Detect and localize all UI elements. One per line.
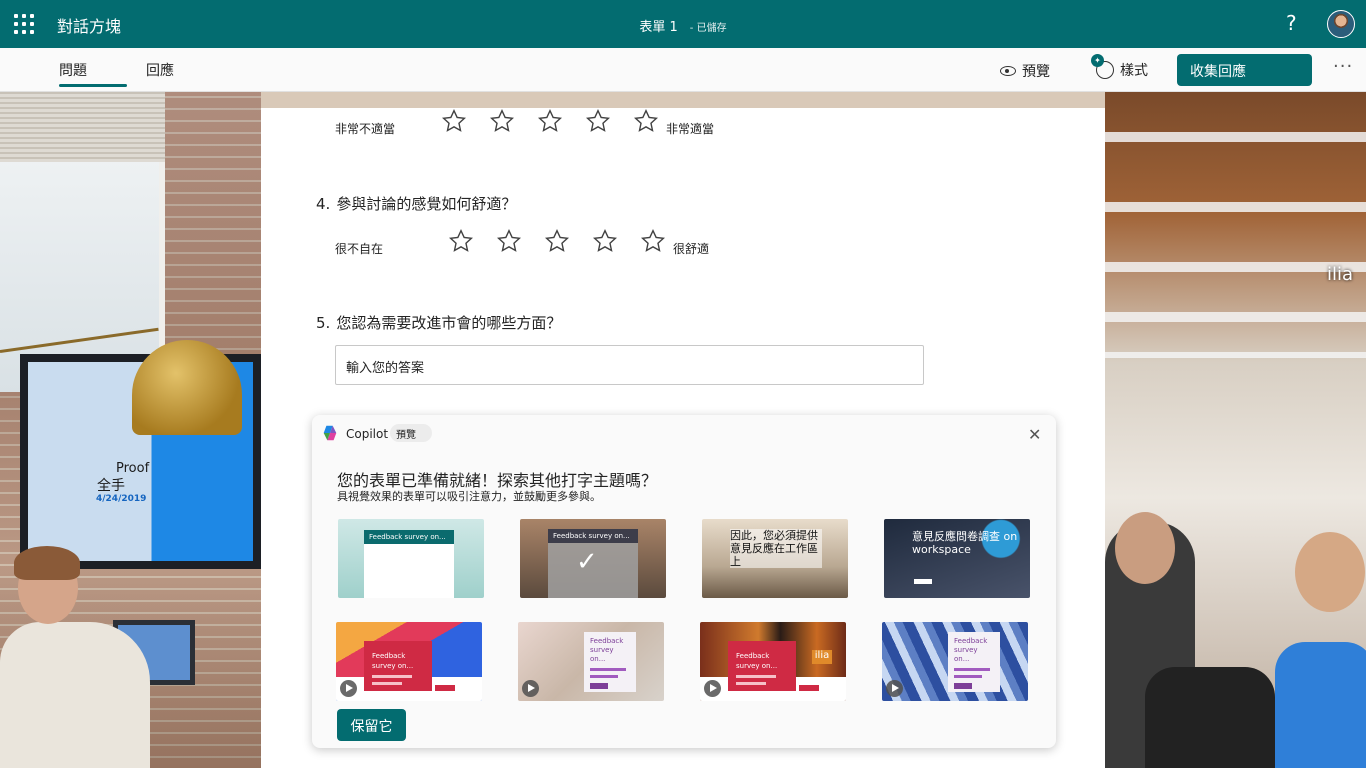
theme-option-4[interactable]: 意見反應問卷調查 on workspace [884, 519, 1030, 598]
star-icon[interactable] [544, 228, 570, 254]
copilot-name: Copilot [346, 427, 389, 441]
copilot-spark-icon: ✦ [1091, 54, 1104, 67]
theme-option-8[interactable]: Feedback survey on... [882, 622, 1028, 701]
question-number: 4. [316, 195, 331, 213]
theme-label: Feedback survey on... [590, 637, 624, 663]
theme-label: Feedback survey on... [372, 652, 414, 670]
style-button[interactable]: ✦ 樣式 [1091, 54, 1148, 80]
star-icon[interactable] [441, 108, 467, 134]
theme-background-left: Proof 全手 4/24/2019 [0, 92, 261, 768]
tv-date: 4/24/2019 [96, 494, 147, 504]
close-icon[interactable]: ✕ [1028, 425, 1041, 444]
ceiling-beam [1105, 132, 1366, 142]
theme-option-6[interactable]: Feedback survey on... [518, 622, 664, 701]
keep-button[interactable]: 保留它 [337, 709, 406, 741]
star-icon[interactable] [496, 228, 522, 254]
theme-label: Feedback survey on... [364, 530, 454, 544]
theme-label: 因此，您必須提供意見反應在工作區上 [730, 529, 822, 568]
more-options-icon[interactable]: ··· [1333, 56, 1353, 77]
rating-question-4: 很不自在 很舒適 [261, 228, 1105, 258]
tv-title: Proof [116, 461, 150, 476]
theme-option-2[interactable]: Feedback survey on... ✓ [520, 519, 666, 598]
star-icon[interactable] [592, 228, 618, 254]
star-icon[interactable] [489, 108, 515, 134]
star-icon[interactable] [585, 108, 611, 134]
star-icon[interactable] [537, 108, 563, 134]
copilot-icon [323, 425, 337, 441]
rating-low-label: 非常不適當 [335, 122, 396, 136]
play-icon[interactable] [704, 680, 721, 697]
theme-option-1[interactable]: Feedback survey on... [338, 519, 484, 598]
app-bar: 對話方塊 表單 1- 已儲存 ? [0, 0, 1366, 48]
collect-responses-button[interactable]: 收集回應 [1177, 54, 1312, 86]
theme-label: Feedback survey on... [736, 652, 778, 670]
rating-question-3: 非常不適當 非常適當 [261, 108, 1105, 138]
answer-input[interactable]: 輸入您的答案 [335, 345, 924, 385]
star-icon[interactable] [640, 228, 666, 254]
star-icon[interactable] [448, 228, 474, 254]
tv-subtitle: 全手 [97, 478, 125, 494]
tab-questions[interactable]: 問題 [59, 60, 87, 80]
play-icon[interactable] [522, 680, 539, 697]
theme-label: 意見反應問卷調查 on workspace [912, 530, 1018, 556]
wall-sign: ilia [1327, 264, 1354, 285]
question-text: 您認為需要改進市會的哪些方面？ [336, 314, 562, 332]
preview-button[interactable]: 預覽 [1000, 61, 1050, 81]
question-text: 參與討論的感覺如何舒適？ [336, 195, 517, 213]
rating-high-label: 非常適當 [666, 122, 715, 136]
theme-option-7[interactable]: Feedback survey on... ilia [700, 622, 846, 701]
person [0, 546, 200, 768]
play-icon[interactable] [886, 680, 903, 697]
question-number: 5. [316, 314, 331, 332]
rating-high-label: 很舒適 [673, 242, 710, 256]
checkmark-icon: ✓ [576, 547, 598, 577]
help-icon[interactable]: ? [1286, 11, 1297, 35]
copilot-subtitle: 具視覺效果的表單可以吸引注意力，並鼓勵更多參與。 [337, 490, 601, 503]
window-blind [0, 92, 165, 162]
copilot-theme-panel: Copilot 預覽 ✕ 您的表單已準備就緒！探索其他打字主題嗎？ 具視覺效果的… [312, 415, 1056, 748]
document-title[interactable]: 表單 1 [639, 20, 677, 35]
avatar[interactable] [1327, 10, 1355, 38]
people [1105, 512, 1366, 768]
preview-badge: 預覽 [390, 424, 432, 442]
star-icon[interactable] [633, 108, 659, 134]
tab-responses[interactable]: 回應 [146, 60, 174, 80]
question-5-title: 5. 您認為需要改進市會的哪些方面？ [316, 312, 561, 333]
form-toolbar: 問題 回應 預覽 ✦ 樣式 收集回應 ··· [0, 48, 1366, 92]
wall-sign: ilia [812, 650, 832, 664]
theme-option-3[interactable]: 因此，您必須提供意見反應在工作區上 [702, 519, 848, 598]
style-label: 樣式 [1120, 63, 1148, 79]
palette-icon: ✦ [1091, 54, 1114, 79]
eye-icon [1000, 66, 1016, 76]
theme-background-right: ilia [1105, 92, 1366, 768]
ceiling-beam [1105, 312, 1366, 322]
preview-label: 預覽 [1022, 64, 1050, 80]
save-status: - 已儲存 [689, 23, 727, 34]
document-title-area: 表單 1 - 已儲存 [0, 16, 1366, 35]
theme-label: Feedback survey on... [954, 637, 988, 663]
rating-low-label: 很不自在 [335, 242, 384, 256]
ceiling-beam [1105, 352, 1366, 358]
tab-selected-indicator [59, 84, 127, 87]
play-icon[interactable] [340, 680, 357, 697]
theme-option-5[interactable]: Feedback survey on... [336, 622, 482, 701]
question-4-title: 4. 參與討論的感覺如何舒適？ [316, 193, 516, 214]
ceiling-beam [1105, 202, 1366, 212]
theme-label: Feedback survey on... [548, 529, 638, 543]
